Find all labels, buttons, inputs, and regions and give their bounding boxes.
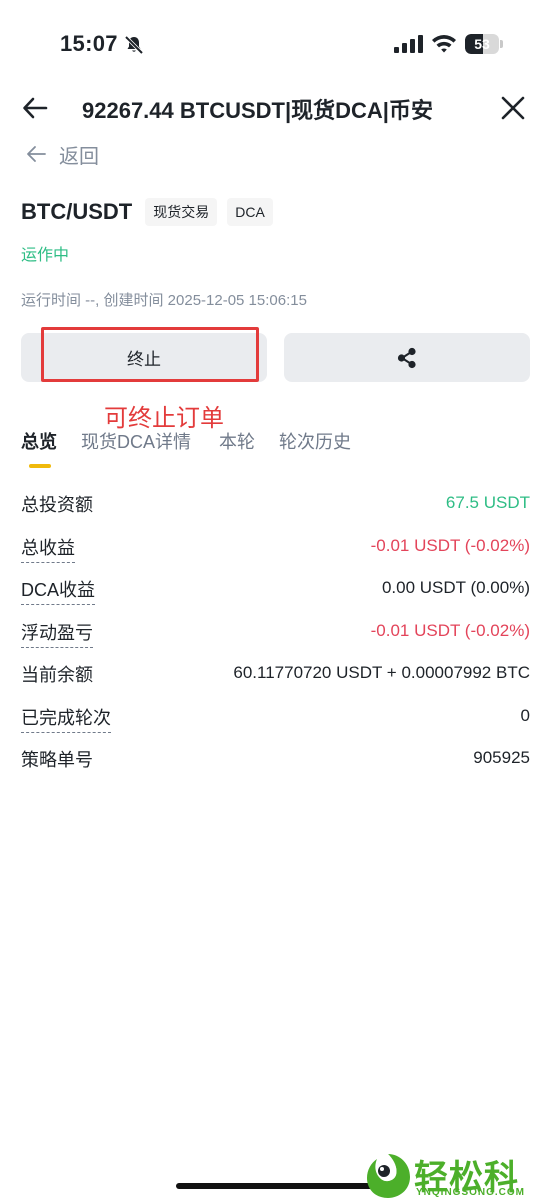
tag-spot-trading: 现货交易	[145, 198, 218, 226]
tag-dca: DCA	[227, 198, 273, 226]
status-badge: 运作中	[21, 247, 70, 264]
info-value: 0.00 USDT (0.00%)	[381, 578, 530, 597]
info-value: 0	[520, 705, 530, 725]
nav-bar: 92267.44 BTCUSDT|现货DCA|币安	[0, 88, 551, 128]
sub-back-link[interactable]: 返回	[26, 140, 99, 168]
battery-body: 53	[465, 34, 499, 54]
sub-back-label: 返回	[59, 145, 99, 168]
watermark-logo-icon	[367, 1154, 410, 1198]
active-tab-indicator	[29, 464, 51, 468]
tab-overview[interactable]: 总览	[21, 428, 57, 454]
info-value: -0.01 USDT (-0.02%)	[370, 620, 530, 640]
status-bar: 15:07 53	[0, 0, 551, 88]
info-value: -0.01 USDT (-0.02%)	[370, 535, 530, 555]
watermark-url: YNQINGSONG.COM	[416, 1187, 526, 1198]
tab-round-history[interactable]: 轮次历史	[279, 428, 351, 454]
info-value: 67.5 USDT	[445, 493, 530, 512]
battery-indicator: 53	[465, 34, 503, 54]
pair-header: BTC/USDT 现货交易 DCA	[21, 196, 283, 228]
info-label: 总投资额	[21, 495, 93, 515]
info-row-total-investment: 总投资额 67.5 USDT	[21, 489, 530, 532]
info-row-completed-rounds: 已完成轮次 0	[21, 702, 530, 745]
page-title: 92267.44 BTCUSDT|现货DCA|币安	[82, 98, 433, 123]
dca-order-detail-page: 15:07 53 92267.44 BTCUSDT|现货DCA|币安 返回 BT…	[0, 0, 551, 1200]
info-label[interactable]: 已完成轮次	[21, 704, 111, 733]
overview-info-list: 总投资额 67.5 USDT 总收益 -0.01 USDT (-0.02%) D…	[21, 489, 530, 787]
share-icon	[397, 347, 416, 369]
info-row-strategy-id: 策略单号 905925	[21, 744, 530, 787]
close-icon[interactable]	[500, 95, 526, 121]
tab-current-round[interactable]: 本轮	[219, 428, 255, 454]
info-row-total-profit: 总收益 -0.01 USDT (-0.02%)	[21, 532, 530, 575]
info-label[interactable]: DCA收益	[21, 576, 96, 605]
terminate-button[interactable]: 终止	[21, 333, 267, 382]
left-arrow-icon	[27, 146, 46, 162]
info-value: 905925	[473, 748, 530, 767]
wifi-icon	[432, 35, 456, 53]
battery-cap	[500, 40, 503, 48]
back-arrow-icon[interactable]	[22, 95, 48, 121]
share-button[interactable]	[284, 333, 530, 382]
battery-percent: 53	[474, 36, 490, 52]
info-label[interactable]: 浮动盈亏	[21, 619, 93, 648]
cellular-signal-icon	[394, 35, 423, 53]
bell-muted-icon	[124, 35, 144, 55]
tab-spot-dca-details[interactable]: 现货DCA详情	[81, 428, 191, 454]
info-label: 当前余额	[21, 665, 93, 685]
info-value: 60.11770720 USDT + 0.00007992 BTC	[233, 663, 530, 682]
info-row-floating-pnl: 浮动盈亏 -0.01 USDT (-0.02%)	[21, 617, 530, 660]
info-row-current-balance: 当前余额 60.11770720 USDT + 0.00007992 BTC	[21, 659, 530, 702]
info-label: 策略单号	[21, 750, 93, 770]
run-time-meta: 运行时间 --, 创建时间 2025-12-05 15:06:15	[21, 292, 307, 309]
info-label[interactable]: 总收益	[21, 534, 75, 563]
info-row-dca-profit: DCA收益 0.00 USDT (0.00%)	[21, 574, 530, 617]
status-time: 15:07	[60, 31, 118, 56]
pair-title: BTC/USDT	[21, 199, 133, 224]
home-indicator[interactable]	[176, 1183, 375, 1189]
